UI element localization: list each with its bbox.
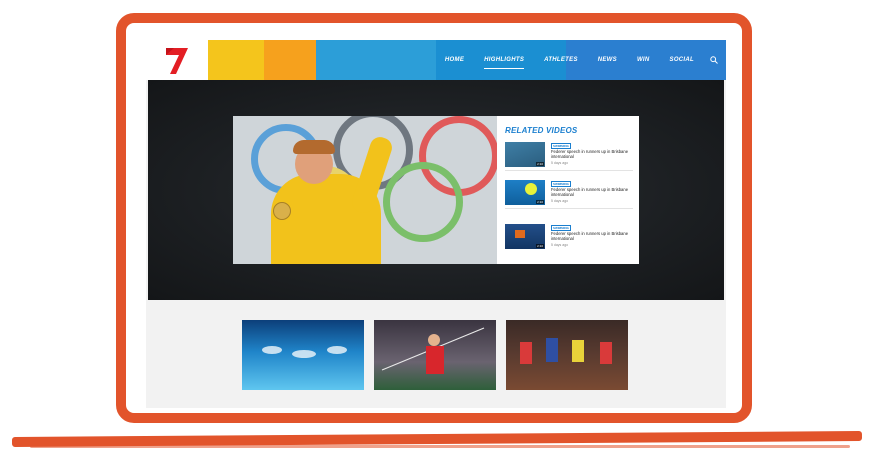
video-title: Federer speech in runners up in Brisbane… <box>551 149 629 159</box>
card-javelin[interactable] <box>374 320 496 390</box>
related-videos-title: RELATED VIDEOS <box>505 126 578 135</box>
video-thumbnail: 2:10 <box>505 224 545 249</box>
video-duration: 2:10 <box>536 162 544 166</box>
nav-win[interactable]: WIN <box>627 57 660 63</box>
site-header: HOME HIGHLIGHTS ATHLETES NEWS WIN SOCIAL <box>146 40 726 80</box>
video-thumbnail: 2:10 <box>505 142 545 167</box>
laptop-base-shadow <box>30 445 850 448</box>
related-video-item[interactable]: 2:10 SWIMMING Federer speech in runners … <box>505 224 633 252</box>
nav-news[interactable]: NEWS <box>588 57 627 63</box>
video-time: 5 days ago <box>551 199 569 203</box>
olympic-ring-green <box>383 162 463 242</box>
swimmers-image <box>262 346 347 358</box>
related-video-item[interactable]: 2:10 SWIMMING Federer speech in runners … <box>505 180 633 209</box>
runners-image <box>520 338 612 364</box>
video-time: 5 days ago <box>551 243 569 247</box>
nav-social[interactable]: SOCIAL <box>660 57 704 63</box>
card-athletics[interactable] <box>506 320 628 390</box>
video-duration: 2:10 <box>536 244 544 248</box>
nav-highlights[interactable]: HIGHLIGHTS <box>474 57 534 69</box>
nav-home[interactable]: HOME <box>435 57 474 63</box>
video-time: 5 days ago <box>551 161 569 165</box>
related-video-item[interactable]: 2:10 SWIMMING Federer speech in runners … <box>505 142 633 171</box>
javelin-thrower-image <box>381 327 485 374</box>
website-screen: HOME HIGHLIGHTS ATHLETES NEWS WIN SOCIAL <box>146 40 726 408</box>
video-title: Federer speech in runners up in Brisbane… <box>551 187 629 197</box>
nav-athletes[interactable]: ATHLETES <box>534 57 588 63</box>
channel-seven-logo[interactable] <box>164 46 190 76</box>
video-thumbnail: 2:10 <box>505 180 545 205</box>
gold-medal <box>273 202 291 220</box>
video-player[interactable] <box>233 116 497 264</box>
video-title: Federer speech in runners up in Brisbane… <box>551 231 629 241</box>
video-duration: 2:10 <box>536 200 544 204</box>
main-nav: HOME HIGHLIGHTS ATHLETES NEWS WIN SOCIAL <box>435 40 718 80</box>
highlight-cards <box>242 320 642 408</box>
card-swimming[interactable] <box>242 320 364 390</box>
search-icon[interactable] <box>710 56 718 64</box>
related-videos-panel: RELATED VIDEOS 2:10 SWIMMING Federer spe… <box>497 116 639 264</box>
hero-section: RELATED VIDEOS 2:10 SWIMMING Federer spe… <box>148 80 724 300</box>
athlete-hair <box>293 140 335 154</box>
